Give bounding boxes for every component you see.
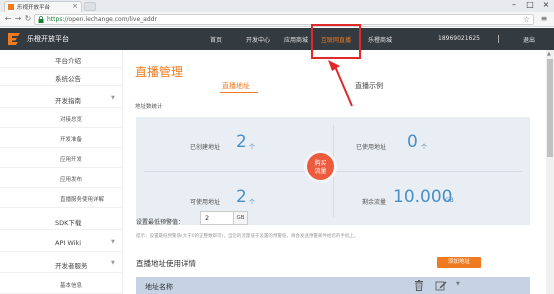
column-address-name: 地址名称 — [145, 283, 173, 291]
site-favicon-icon — [8, 4, 14, 10]
used-address-unit: 个 — [421, 144, 428, 151]
created-address-count: 2 — [236, 132, 247, 152]
chevron-down-icon: ▼ — [111, 239, 115, 245]
sidebar-item-label: 开发者服务 — [55, 262, 88, 270]
sidebar-item-app-publish[interactable]: 应用发布 — [0, 170, 123, 188]
sidebar-item-label: 系统公告 — [55, 75, 81, 83]
created-address-label: 已创建地址 — [190, 144, 221, 151]
sidebar-item-label: 平台介绍 — [55, 57, 81, 65]
url-text: https://open.lechange.com/live_addr — [47, 16, 157, 23]
new-tab-button[interactable] — [84, 2, 96, 11]
sidebar-item-label: 对接总览 — [60, 117, 83, 123]
sidebar-item-app-dev[interactable]: 应用开发 — [0, 150, 123, 168]
nav-app-market[interactable]: 应用商城 — [284, 35, 308, 44]
back-icon[interactable]: ← — [3, 14, 13, 24]
active-tab-underline — [220, 92, 258, 93]
header-divider — [498, 35, 499, 43]
tab-live-demo[interactable]: 直播示例 — [355, 81, 383, 91]
sidebar-item-basic-info[interactable]: 基本信息 — [0, 276, 123, 294]
sidebar-item-label: API Wiki — [55, 239, 82, 247]
created-address-unit: 个 — [249, 144, 256, 151]
browser-tab-bar: 乐视开放平台 × – □ × — [0, 0, 554, 12]
page-title: 直播管理 — [135, 65, 184, 79]
tab-live-address[interactable]: 直播地址 — [222, 81, 250, 91]
address-table-header: 地址名称 ▼ — [136, 277, 530, 294]
sidebar-item-platform-intro[interactable]: 平台介绍 — [0, 50, 123, 68]
sidebar-item-label: SDK下载 — [55, 219, 82, 227]
stats-section-label: 地址数统计 — [135, 104, 163, 110]
sidebar-item-label: 应用开发 — [60, 157, 83, 163]
sidebar-item-overview[interactable]: 对接总览 — [0, 110, 123, 128]
sidebar-item-live-service-guide[interactable]: 直播服务使用详解 — [0, 190, 123, 208]
logo-text[interactable]: 乐橙开放平台 — [27, 34, 69, 44]
sidebar-item-label: 开发准备 — [60, 137, 83, 143]
forward-icon[interactable]: → — [13, 14, 23, 24]
page-scrollbar[interactable]: ▲ — [546, 50, 554, 294]
sidebar-item-label: 开发指南 — [55, 97, 81, 105]
browser-menu-icon[interactable]: ≡ — [540, 15, 548, 23]
nav-lechange-mall[interactable]: 乐橙商城 — [368, 35, 392, 44]
warning-threshold-label: 设置最低预警值： — [136, 219, 185, 226]
logout-link[interactable]: 退出 — [523, 35, 535, 44]
scroll-up-icon[interactable]: ▲ — [547, 51, 551, 57]
available-address-label: 可使用地址 — [190, 199, 221, 206]
browser-tab-title: 乐视开放平台 — [17, 5, 51, 11]
remaining-traffic-unit: GB — [445, 197, 454, 204]
site-header: 乐橙开放平台 首页 开发中心 应用商城 互联网直播 乐橙商城 189690216… — [0, 28, 554, 50]
buy-traffic-button[interactable]: 购买 流量 — [304, 150, 337, 183]
edit-icon[interactable] — [435, 280, 447, 291]
sidebar: 平台介绍 系统公告 开发指南 ▼ 对接总览 开发准备 应用开发 应用发布 直播服… — [0, 50, 123, 294]
chevron-down-icon: ▼ — [111, 260, 115, 266]
scrollbar-thumb[interactable] — [547, 59, 553, 157]
remaining-traffic-label: 剩余流量 — [362, 199, 387, 206]
lechange-logo-icon[interactable] — [7, 32, 21, 46]
nav-home[interactable]: 首页 — [210, 35, 222, 44]
available-address-count: 2 — [236, 187, 247, 207]
chevron-down-icon[interactable]: ▼ — [456, 281, 460, 287]
sidebar-item-dev-guide[interactable]: 开发指南 ▼ — [0, 90, 123, 108]
browser-toolbar: ← → ↻ https://open.lechange.com/live_add… — [0, 12, 554, 27]
sidebar-item-dev-prep[interactable]: 开发准备 — [0, 130, 123, 148]
warning-threshold-unit: GB — [234, 211, 248, 225]
sidebar-item-label: 基本信息 — [60, 283, 83, 289]
sidebar-item-api-wiki[interactable]: API Wiki ▼ — [0, 234, 123, 252]
sidebar-item-sdk-download[interactable]: SDK下载 — [0, 212, 123, 230]
warning-hint-text: 提示：设置最低预警值(大于0的正整数即可)，当您的流量低于设置的预警值，将会发送… — [136, 234, 359, 239]
nav-dev-center[interactable]: 开发中心 — [246, 35, 270, 44]
address-stats-panel: 已创建地址 2 个 已使用地址 0 个 可使用地址 2 个 剩余流量 10.00… — [136, 117, 530, 225]
usage-details-title: 直播地址使用详情 — [136, 259, 196, 268]
sidebar-item-label: 直播服务使用详解 — [60, 197, 105, 203]
remaining-traffic-value: 10.000 — [393, 187, 453, 207]
chevron-down-icon: ▼ — [111, 95, 115, 101]
buy-traffic-label-1: 购买 — [314, 160, 327, 167]
window-close-icon[interactable]: × — [538, 0, 554, 10]
close-tab-icon[interactable]: × — [72, 2, 78, 10]
lock-icon — [38, 16, 44, 23]
trash-icon[interactable] — [413, 280, 425, 291]
buy-traffic-label-2: 流量 — [314, 168, 327, 175]
used-address-count: 0 — [407, 132, 418, 152]
sidebar-item-label: 应用发布 — [60, 177, 83, 183]
maximize-icon[interactable]: □ — [522, 0, 538, 10]
bookmark-star-icon[interactable]: ☆ — [523, 15, 530, 24]
add-address-button[interactable]: 添加地址 — [437, 257, 481, 268]
reload-icon[interactable]: ↻ — [23, 14, 33, 24]
browser-tab[interactable]: 乐视开放平台 × — [4, 1, 82, 12]
warning-threshold-input[interactable]: 2 — [200, 211, 234, 225]
available-address-unit: 个 — [249, 199, 256, 206]
minimize-icon[interactable]: – — [506, 0, 522, 10]
sidebar-item-announcements[interactable]: 系统公告 — [0, 68, 123, 86]
sidebar-item-developer-service[interactable]: 开发者服务 ▼ — [0, 255, 123, 273]
address-bar[interactable]: https://open.lechange.com/live_addr ☆ — [34, 14, 534, 25]
user-phone[interactable]: 18969021625 — [438, 35, 480, 42]
used-address-label: 已使用地址 — [356, 144, 387, 151]
